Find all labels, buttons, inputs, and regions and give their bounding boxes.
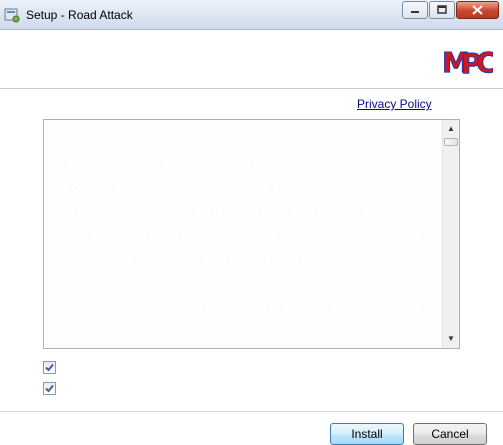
title-bar[interactable]: Setup - Road Attack	[0, 0, 503, 30]
vertical-scrollbar[interactable]: ▲ ▼	[442, 120, 459, 348]
svg-text:C: C	[476, 46, 493, 78]
intro-text: Please read the following End User Licen…	[44, 98, 341, 112]
agree-terms-checkbox[interactable]	[43, 381, 56, 395]
page-subtitle: Please read the following important info…	[44, 56, 393, 70]
close-icon	[472, 5, 483, 15]
maximize-icon	[437, 5, 447, 14]
scroll-up-arrow-icon[interactable]: ▲	[446, 124, 456, 134]
checkmark-icon	[45, 384, 54, 392]
setup-app-icon	[4, 8, 20, 23]
window-title: Setup - Road Attack	[26, 8, 133, 22]
agree-terms-row[interactable]: I want to install the toolbar and accept…	[43, 381, 377, 395]
minimize-button[interactable]	[402, 1, 428, 19]
agree-licence-label: I agree to the terms of the Licence Agre…	[63, 360, 408, 374]
agree-licence-checkbox[interactable]	[43, 360, 56, 374]
maximize-button[interactable]	[429, 1, 455, 19]
wizard-header: Licence Agreement Please read the follow…	[0, 30, 503, 89]
checkmark-icon	[45, 363, 54, 371]
agree-licence-row[interactable]: I agree to the terms of the Licence Agre…	[43, 360, 408, 374]
minimize-icon	[411, 11, 419, 13]
licence-text: END USER LICENCE AGREEMENT NOTICE TO USE…	[50, 123, 438, 327]
agree-terms-label: I want to install the toolbar and accept…	[63, 381, 377, 395]
footer-divider	[0, 411, 503, 412]
page-title: Licence Agreement	[24, 38, 135, 52]
install-button[interactable]: Install	[330, 423, 404, 445]
mpc-logo: M P C	[442, 46, 494, 79]
cancel-button[interactable]: Cancel	[413, 423, 487, 445]
scroll-thumb[interactable]	[444, 138, 458, 146]
caption-buttons	[401, 1, 499, 19]
close-button[interactable]	[456, 1, 499, 19]
scroll-down-arrow-icon[interactable]: ▼	[446, 334, 456, 344]
privacy-policy-link[interactable]: Privacy Policy	[357, 97, 432, 111]
licence-textbox[interactable]: END USER LICENCE AGREEMENT NOTICE TO USE…	[43, 119, 460, 349]
